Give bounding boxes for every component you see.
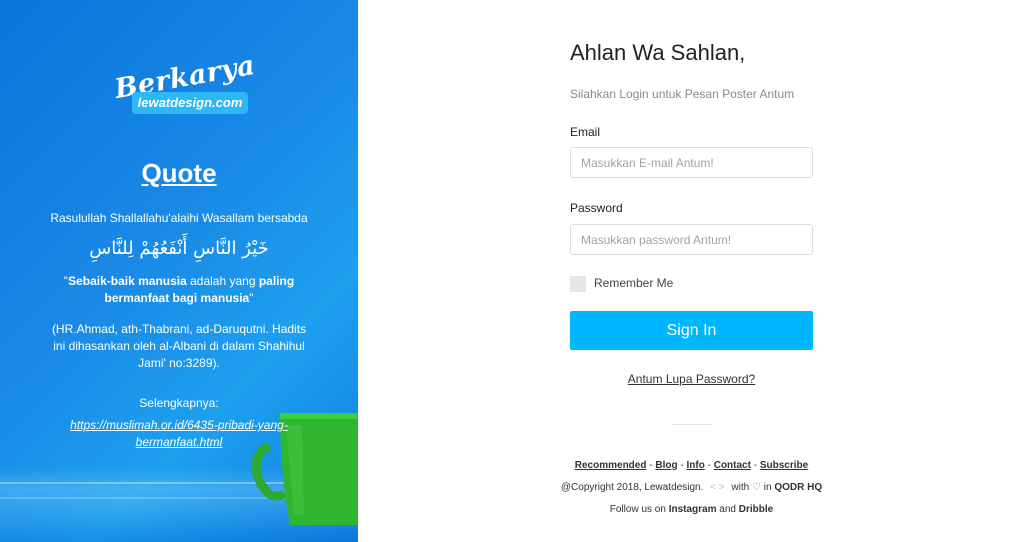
email-label: Email: [570, 125, 601, 139]
footer-link-subscribe[interactable]: Subscribe: [760, 460, 808, 471]
quote-panel: Berkarya lewatdesign.com Quote Rasululla…: [0, 0, 358, 542]
quote-translation: "Sebaik-baik manusia adalah yang paling …: [63, 274, 295, 305]
follow-line: Follow us on Instagram and Dribble: [609, 504, 774, 515]
greeting-title: Ahlan Wa Sahlan,: [570, 40, 746, 65]
quote-title: Quote: [141, 158, 217, 188]
quote-link-wrap: https://muslimah.or.id/6435-pribadi-yang…: [70, 417, 288, 451]
email-field[interactable]: [570, 147, 813, 178]
footer-link-info[interactable]: Info: [686, 460, 704, 471]
forgot-password-link[interactable]: Antum Lupa Password?: [570, 372, 813, 386]
footer-link-contact[interactable]: Contact: [714, 460, 751, 471]
copyright-text: @Copyright 2018, Lewatdesign.: [560, 482, 704, 493]
remember-checkbox[interactable]: [570, 276, 586, 292]
footer-links: Recommended - Blog - Info - Contact - Su…: [574, 460, 809, 471]
instagram-link[interactable]: Instagram: [669, 504, 717, 515]
brand-logo: Berkarya lewatdesign.com: [108, 50, 258, 120]
quote-arabic: خَيْرُ النَّاسِ أَنْفَعُهُمْ لِلنَّاسِ: [89, 238, 269, 259]
brand-site: lewatdesign.com: [132, 92, 248, 114]
password-field[interactable]: [570, 224, 813, 255]
quote-intro: Rasulullah Shallallahu'alaihi Wasallam b…: [50, 211, 308, 225]
footer-link-recommended[interactable]: Recommended: [575, 460, 647, 471]
login-subtitle: Silahkan Login untuk Pesan Poster Antum: [570, 87, 795, 101]
footer-link-blog[interactable]: Blog: [655, 460, 677, 471]
dribbble-link[interactable]: Dribble: [739, 504, 773, 515]
copyright: @Copyright 2018, Lewatdesign. < > with ♡…: [560, 482, 823, 493]
divider: [672, 424, 712, 425]
hq-name: QODR HQ: [774, 482, 823, 493]
quote-source-link[interactable]: https://muslimah.or.id/6435-pribadi-yang…: [70, 418, 288, 449]
code-icon: < >: [710, 482, 725, 493]
quote-more-label: Selengkapnya:: [139, 396, 219, 410]
quote-source: (HR.Ahmad, ath-Thabrani, ad-Daruqutni. H…: [51, 322, 307, 370]
sign-in-button[interactable]: Sign In: [570, 311, 813, 350]
heart-icon: ♡: [751, 482, 761, 493]
remember-label[interactable]: Remember Me: [594, 276, 673, 290]
password-label: Password: [570, 201, 623, 215]
